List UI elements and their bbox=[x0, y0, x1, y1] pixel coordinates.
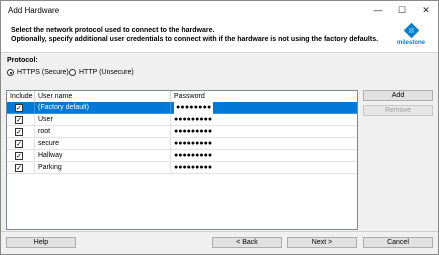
add-button[interactable]: Add bbox=[363, 90, 433, 101]
include-checkbox[interactable]: ✓ bbox=[15, 164, 23, 172]
protocol-label: Protocol: bbox=[7, 57, 38, 64]
table-row[interactable]: ✓ root ●●●●●●●●● bbox=[7, 126, 357, 138]
table-row[interactable]: ✓ (Factory default) ●●●●●●●● bbox=[7, 102, 357, 114]
username-cell[interactable]: secure bbox=[35, 138, 171, 150]
table-row[interactable]: ✓ User ●●●●●●●●● bbox=[7, 114, 357, 126]
title-bar: Add Hardware — ☐ ✕ bbox=[1, 1, 438, 20]
column-header-username[interactable]: User name bbox=[35, 91, 171, 102]
next-button[interactable]: Next > bbox=[287, 237, 357, 248]
radio-http-label: HTTP (Unsecure) bbox=[79, 69, 134, 76]
username-cell[interactable]: Parking bbox=[35, 162, 171, 174]
table-row[interactable]: ✓ secure ●●●●●●●●● bbox=[7, 138, 357, 150]
username-cell[interactable]: User bbox=[35, 114, 171, 126]
wizard-header: Select the network protocol used to conn… bbox=[1, 20, 438, 53]
radio-https-label: HTTPS (Secure) bbox=[17, 69, 69, 76]
add-hardware-window: Add Hardware — ☐ ✕ Select the network pr… bbox=[0, 0, 439, 255]
include-checkbox[interactable]: ✓ bbox=[15, 152, 23, 160]
column-header-include[interactable]: Include bbox=[7, 91, 35, 102]
password-cell[interactable]: ●●●●●●●●● bbox=[171, 138, 357, 150]
table-row[interactable]: ✓ Hallway ●●●●●●●●● bbox=[7, 150, 357, 162]
password-cell[interactable]: ●●●●●●●●● bbox=[171, 150, 357, 162]
credentials-grid: Include User name Password ✓ (Factory de… bbox=[6, 90, 358, 230]
radio-circle-icon bbox=[7, 69, 14, 76]
username-cell[interactable]: (Factory default) bbox=[35, 102, 171, 114]
password-cell[interactable]: ●●●●●●●●● bbox=[171, 114, 357, 126]
include-checkbox[interactable]: ✓ bbox=[15, 128, 23, 136]
password-cell[interactable]: ●●●●●●●● bbox=[174, 102, 214, 114]
include-checkbox[interactable]: ✓ bbox=[15, 104, 23, 112]
footer-divider bbox=[1, 231, 438, 232]
radio-http[interactable]: HTTP (Unsecure) bbox=[69, 69, 134, 76]
header-instruction-line2: Optionally, specify additional user cred… bbox=[11, 36, 379, 43]
close-button[interactable]: ✕ bbox=[414, 1, 438, 20]
header-instruction-line1: Select the network protocol used to conn… bbox=[11, 27, 215, 34]
include-checkbox[interactable]: ✓ bbox=[15, 140, 23, 148]
column-header-password[interactable]: Password bbox=[171, 91, 357, 102]
radio-circle-icon bbox=[69, 69, 76, 76]
milestone-logo: milestone bbox=[389, 22, 433, 50]
remove-button[interactable]: Remove bbox=[363, 105, 433, 116]
maximize-button[interactable]: ☐ bbox=[390, 1, 414, 20]
minimize-button[interactable]: — bbox=[366, 1, 390, 20]
logo-text: milestone bbox=[396, 40, 425, 46]
include-checkbox[interactable]: ✓ bbox=[15, 116, 23, 124]
window-title: Add Hardware bbox=[8, 6, 60, 15]
password-cell[interactable]: ●●●●●●●●● bbox=[171, 162, 357, 174]
cancel-button[interactable]: Cancel bbox=[363, 237, 433, 248]
back-button[interactable]: < Back bbox=[212, 237, 282, 248]
radio-https[interactable]: HTTPS (Secure) bbox=[7, 69, 69, 76]
username-cell[interactable]: root bbox=[35, 126, 171, 138]
password-cell[interactable]: ●●●●●●●●● bbox=[171, 126, 357, 138]
help-button[interactable]: Help bbox=[6, 237, 76, 248]
username-cell[interactable]: Hallway bbox=[35, 150, 171, 162]
table-row[interactable]: ✓ Parking ●●●●●●●●● bbox=[7, 162, 357, 174]
